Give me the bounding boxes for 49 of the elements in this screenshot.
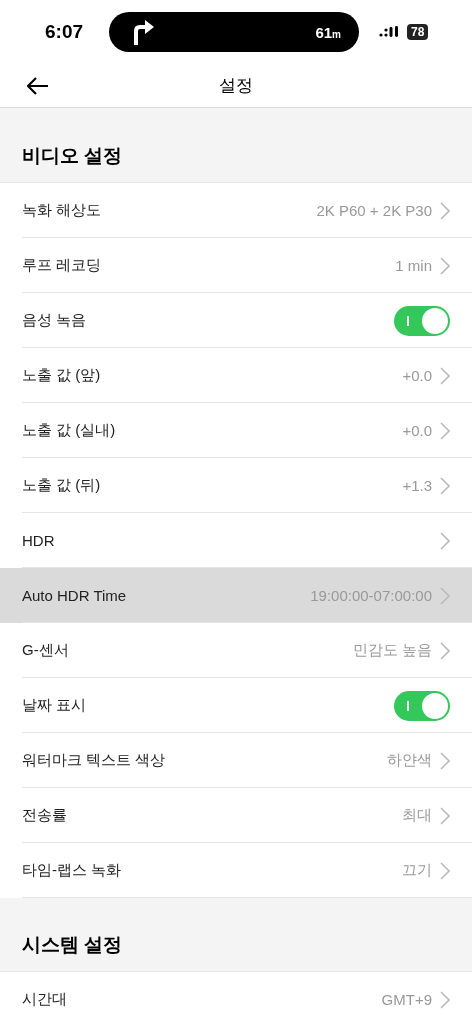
battery-level: 78 — [407, 24, 429, 40]
chevron-icon — [440, 366, 450, 385]
toggle-switch[interactable] — [394, 690, 450, 721]
setting-value: 끄기 — [402, 861, 432, 880]
distance-text: 61m — [315, 23, 341, 41]
chevron-icon — [440, 586, 450, 605]
section-header: 시스템 설정 — [0, 919, 472, 972]
setting-value: 19:00:00-07:00:00 — [310, 587, 432, 604]
toggle-switch[interactable] — [394, 305, 450, 336]
back-arrow-icon[interactable] — [27, 76, 49, 95]
setting-value: +0.0 — [402, 422, 432, 439]
setting-label: 노출 값 (앞) — [22, 366, 102, 385]
chevron-icon — [440, 861, 450, 880]
chevron-icon — [440, 641, 450, 660]
section-header: 비디오 설정 — [0, 129, 472, 183]
setting-value: 하얀색 — [387, 751, 432, 770]
setting-label: 음성 녹음 — [22, 311, 88, 330]
setting-value: GMT+9 — [381, 991, 432, 1008]
chevron-icon — [440, 256, 450, 275]
setting-value: 2K P60 + 2K P30 — [316, 202, 432, 219]
chevron-icon — [440, 990, 450, 1009]
setting-label: 날짜 표시 — [22, 696, 88, 715]
setting-label: 시간대 — [22, 990, 68, 1009]
setting-value: 1 min — [395, 257, 432, 274]
setting-label: 타임-랩스 녹화 — [22, 861, 123, 880]
setting-label: HDR — [22, 532, 56, 549]
chevron-icon — [440, 531, 450, 550]
chevron-icon — [440, 806, 450, 825]
chevron-icon — [440, 751, 450, 770]
setting-label: Auto HDR Time — [22, 587, 128, 604]
chevron-icon — [440, 421, 450, 440]
setting-value: 민감도 높음 — [352, 641, 432, 660]
setting-label: 노출 값 (실내) — [22, 421, 117, 440]
setting-label: 워터마크 텍스트 색상 — [22, 751, 167, 770]
settings-row[interactable]: Auto HDR Time 19:00:00-07:00:00 — [0, 568, 472, 623]
setting-label: 노출 값 (뒤) — [22, 476, 102, 495]
chevron-icon — [440, 476, 450, 495]
setting-label: 전송률 — [22, 806, 68, 825]
signal-icon — [379, 26, 401, 38]
status-time: 6:07 — [45, 21, 85, 43]
setting-label: 녹화 해상도 — [22, 201, 103, 220]
turn-right-icon — [131, 18, 155, 46]
setting-value: +0.0 — [402, 367, 432, 384]
setting-value: +1.3 — [402, 477, 432, 494]
setting-label: G-센서 — [22, 641, 70, 660]
chevron-icon — [440, 201, 450, 220]
setting-value: 최대 — [402, 806, 432, 825]
page-title: 설정 — [219, 75, 253, 97]
setting-label: 루프 레코딩 — [22, 256, 103, 275]
